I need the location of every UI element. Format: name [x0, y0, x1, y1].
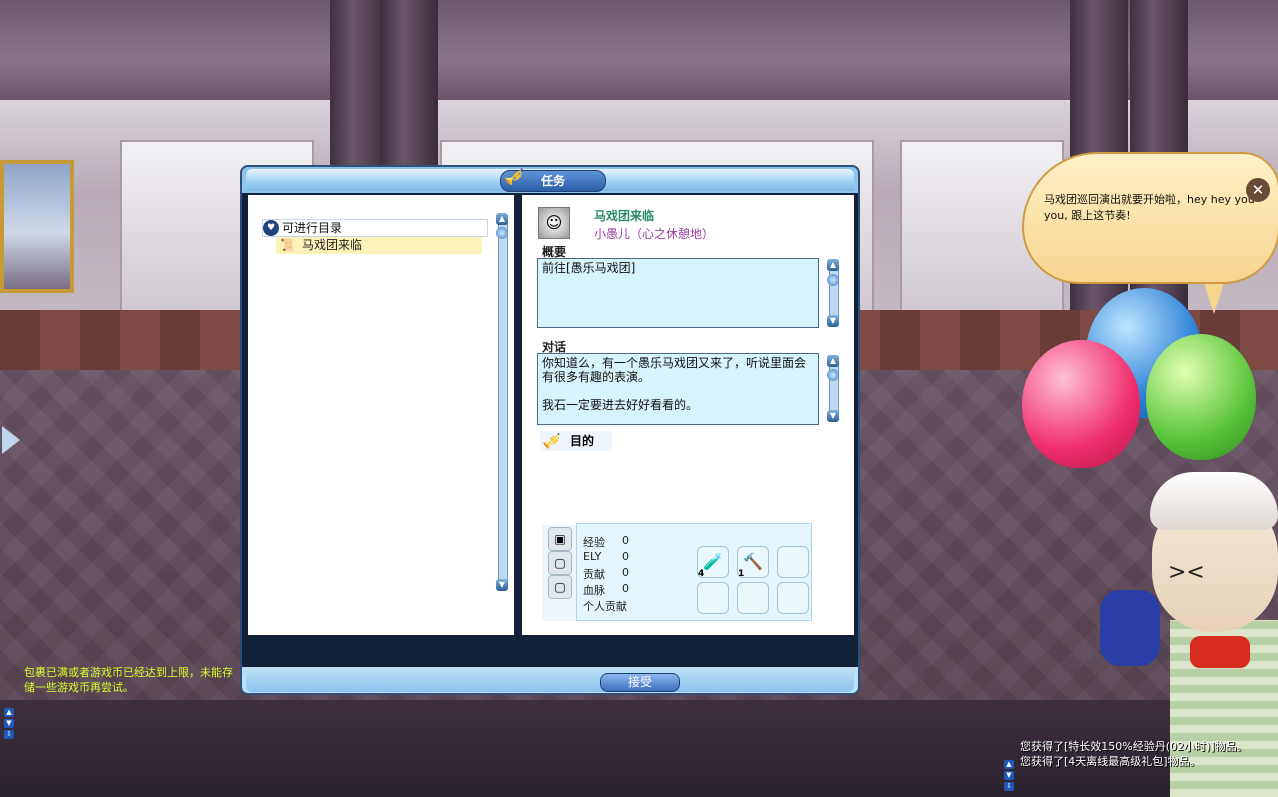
chat-scroll-down-icon[interactable]: ▼ — [1004, 771, 1014, 780]
chat-log-line: 您获得了[4天离线最高级礼包]物品。 — [1020, 755, 1201, 768]
chat-scroll-bottom-icon[interactable]: ⇩ — [4, 730, 14, 739]
reward-value: 0 — [622, 582, 629, 595]
quest-list-scrollbar[interactable] — [498, 215, 508, 585]
reward-value: 0 — [622, 566, 629, 579]
wall-painting — [0, 160, 74, 293]
hammer-icon: 🔨 — [743, 552, 763, 571]
chat-log-scroll-buttons[interactable]: ▲ ▼ ⇩ — [1004, 760, 1016, 793]
goal-section: 🎺 目的 — [540, 431, 612, 451]
npc-bow-tie — [1190, 636, 1250, 668]
npc-avatar: ☺ — [538, 207, 570, 239]
scroll-thumb[interactable] — [827, 274, 839, 286]
chat-scroll-up-icon[interactable]: ▲ — [1004, 760, 1014, 769]
reward-tab-chest-icon[interactable]: ▢ — [548, 551, 572, 575]
reward-box: 经验 0 ELY 0 贡献 0 血脉 0 个人贡献 🧪 4 🔨 1 — [576, 523, 812, 621]
quest-category[interactable]: ♥ 可进行目录 — [262, 219, 488, 237]
reward-label: 血脉 — [583, 584, 605, 597]
npc-name: 小愚儿（心之休憩地） — [594, 227, 715, 241]
scroll-up-icon[interactable]: ▲ — [827, 355, 839, 367]
quest-detail-panel: ☺ 马戏团来临 小愚儿（心之休憩地） 概要 前往[愚乐马戏团] ▲ ▼ 对话 你… — [522, 195, 854, 635]
heart-icon: ♥ — [263, 220, 279, 236]
scroll-thumb[interactable] — [827, 369, 839, 381]
trumpet-icon: 🎺 — [542, 432, 561, 450]
npc-speech-bubble: 马戏团巡回演出就要开始啦，hey hey you you, 跟上这节奏! ✕ — [1022, 152, 1278, 284]
balloon-green — [1146, 334, 1256, 460]
reward-slot[interactable]: 🔨 1 — [737, 546, 769, 579]
quest-window-footer — [246, 670, 854, 692]
quest-list-item-label: 马戏团来临 — [302, 238, 363, 252]
potion-icon: 🧪 — [703, 552, 723, 571]
dialog-text: 你知道么，有一个愚乐马戏团又来了，听说里面会有很多有趣的表演。 我石一定要进去好… — [537, 353, 819, 425]
reward-tab-chest-icon[interactable]: ▣ — [548, 527, 572, 551]
chat-scroll-buttons[interactable]: ▲ ▼ ⇩ — [4, 708, 16, 741]
quest-list-item[interactable]: 📜 马戏团来临 — [276, 237, 482, 254]
chat-log: 您获得了[特长效150%经验丹(02小时)]物品。 您获得了[4天离线最高级礼包… — [1020, 739, 1278, 769]
reward-label: ELY — [583, 550, 602, 563]
quest-category-label: 可进行目录 — [282, 221, 343, 235]
reward-label: 经验 — [583, 536, 605, 549]
reward-label: 贡献 — [583, 568, 605, 581]
quest-list-panel: ♥ 可进行目录 📜 马戏团来临 ▲ ▼ — [248, 195, 514, 635]
chat-log-line: 您获得了[特长效150%经验丹(02小时)]物品。 — [1020, 740, 1248, 753]
goal-label: 目的 — [570, 434, 595, 448]
reward-slot-empty[interactable] — [697, 582, 729, 614]
npc-speech-text: 马戏团巡回演出就要开始啦，hey hey you you, 跟上这节奏! — [1044, 193, 1255, 222]
reward-slot-empty[interactable] — [737, 582, 769, 614]
npc-glove — [1100, 590, 1160, 666]
reward-tab-chest-icon[interactable]: ▢ — [548, 575, 572, 599]
balloon-pink — [1022, 340, 1140, 468]
chat-scroll-up-icon[interactable]: ▲ — [4, 708, 14, 717]
chat-scroll-bottom-icon[interactable]: ⇩ — [1004, 782, 1014, 791]
reward-value: 0 — [622, 534, 629, 547]
quest-title: 马戏团来临 — [594, 209, 655, 223]
scroll-icon: 📜 — [280, 238, 295, 252]
scroll-thumb[interactable] — [496, 227, 508, 239]
summary-text: 前往[愚乐马戏团] — [537, 258, 819, 328]
quest-scroll-icon: 🎺 — [504, 167, 524, 186]
npc-character-face: >< — [1168, 560, 1205, 585]
scroll-up-icon[interactable]: ▲ — [496, 213, 508, 225]
item-count: 1 — [738, 569, 745, 579]
scroll-up-icon[interactable]: ▲ — [827, 259, 839, 271]
reward-tabs: ▣ ▢ ▢ — [542, 525, 576, 621]
item-count: 4 — [698, 569, 705, 579]
reward-slot-empty[interactable] — [777, 546, 809, 578]
scroll-down-icon[interactable]: ▼ — [827, 410, 839, 422]
quest-window: 任务 🎺 ♥ 可进行目录 📜 马戏团来临 ▲ ▼ ☺ 马戏团来临 小愚儿（心之休… — [240, 165, 860, 695]
npc-character-cap — [1150, 472, 1278, 530]
scroll-down-icon[interactable]: ▼ — [496, 579, 508, 591]
scroll-down-icon[interactable]: ▼ — [827, 315, 839, 327]
reward-slot[interactable]: 🧪 4 — [697, 546, 729, 579]
accept-button[interactable]: 接受 — [600, 673, 680, 692]
chat-scroll-down-icon[interactable]: ▼ — [4, 719, 14, 728]
reward-value: 0 — [622, 550, 629, 563]
reward-label: 个人贡献 — [583, 600, 627, 613]
close-icon[interactable]: ✕ — [1246, 178, 1270, 202]
system-message: 包裹已满或者游戏币已经达到上限，未能存储一些游戏币再尝试。 — [24, 666, 233, 694]
mouse-cursor-icon — [2, 426, 20, 454]
reward-slot-empty[interactable] — [777, 582, 809, 614]
